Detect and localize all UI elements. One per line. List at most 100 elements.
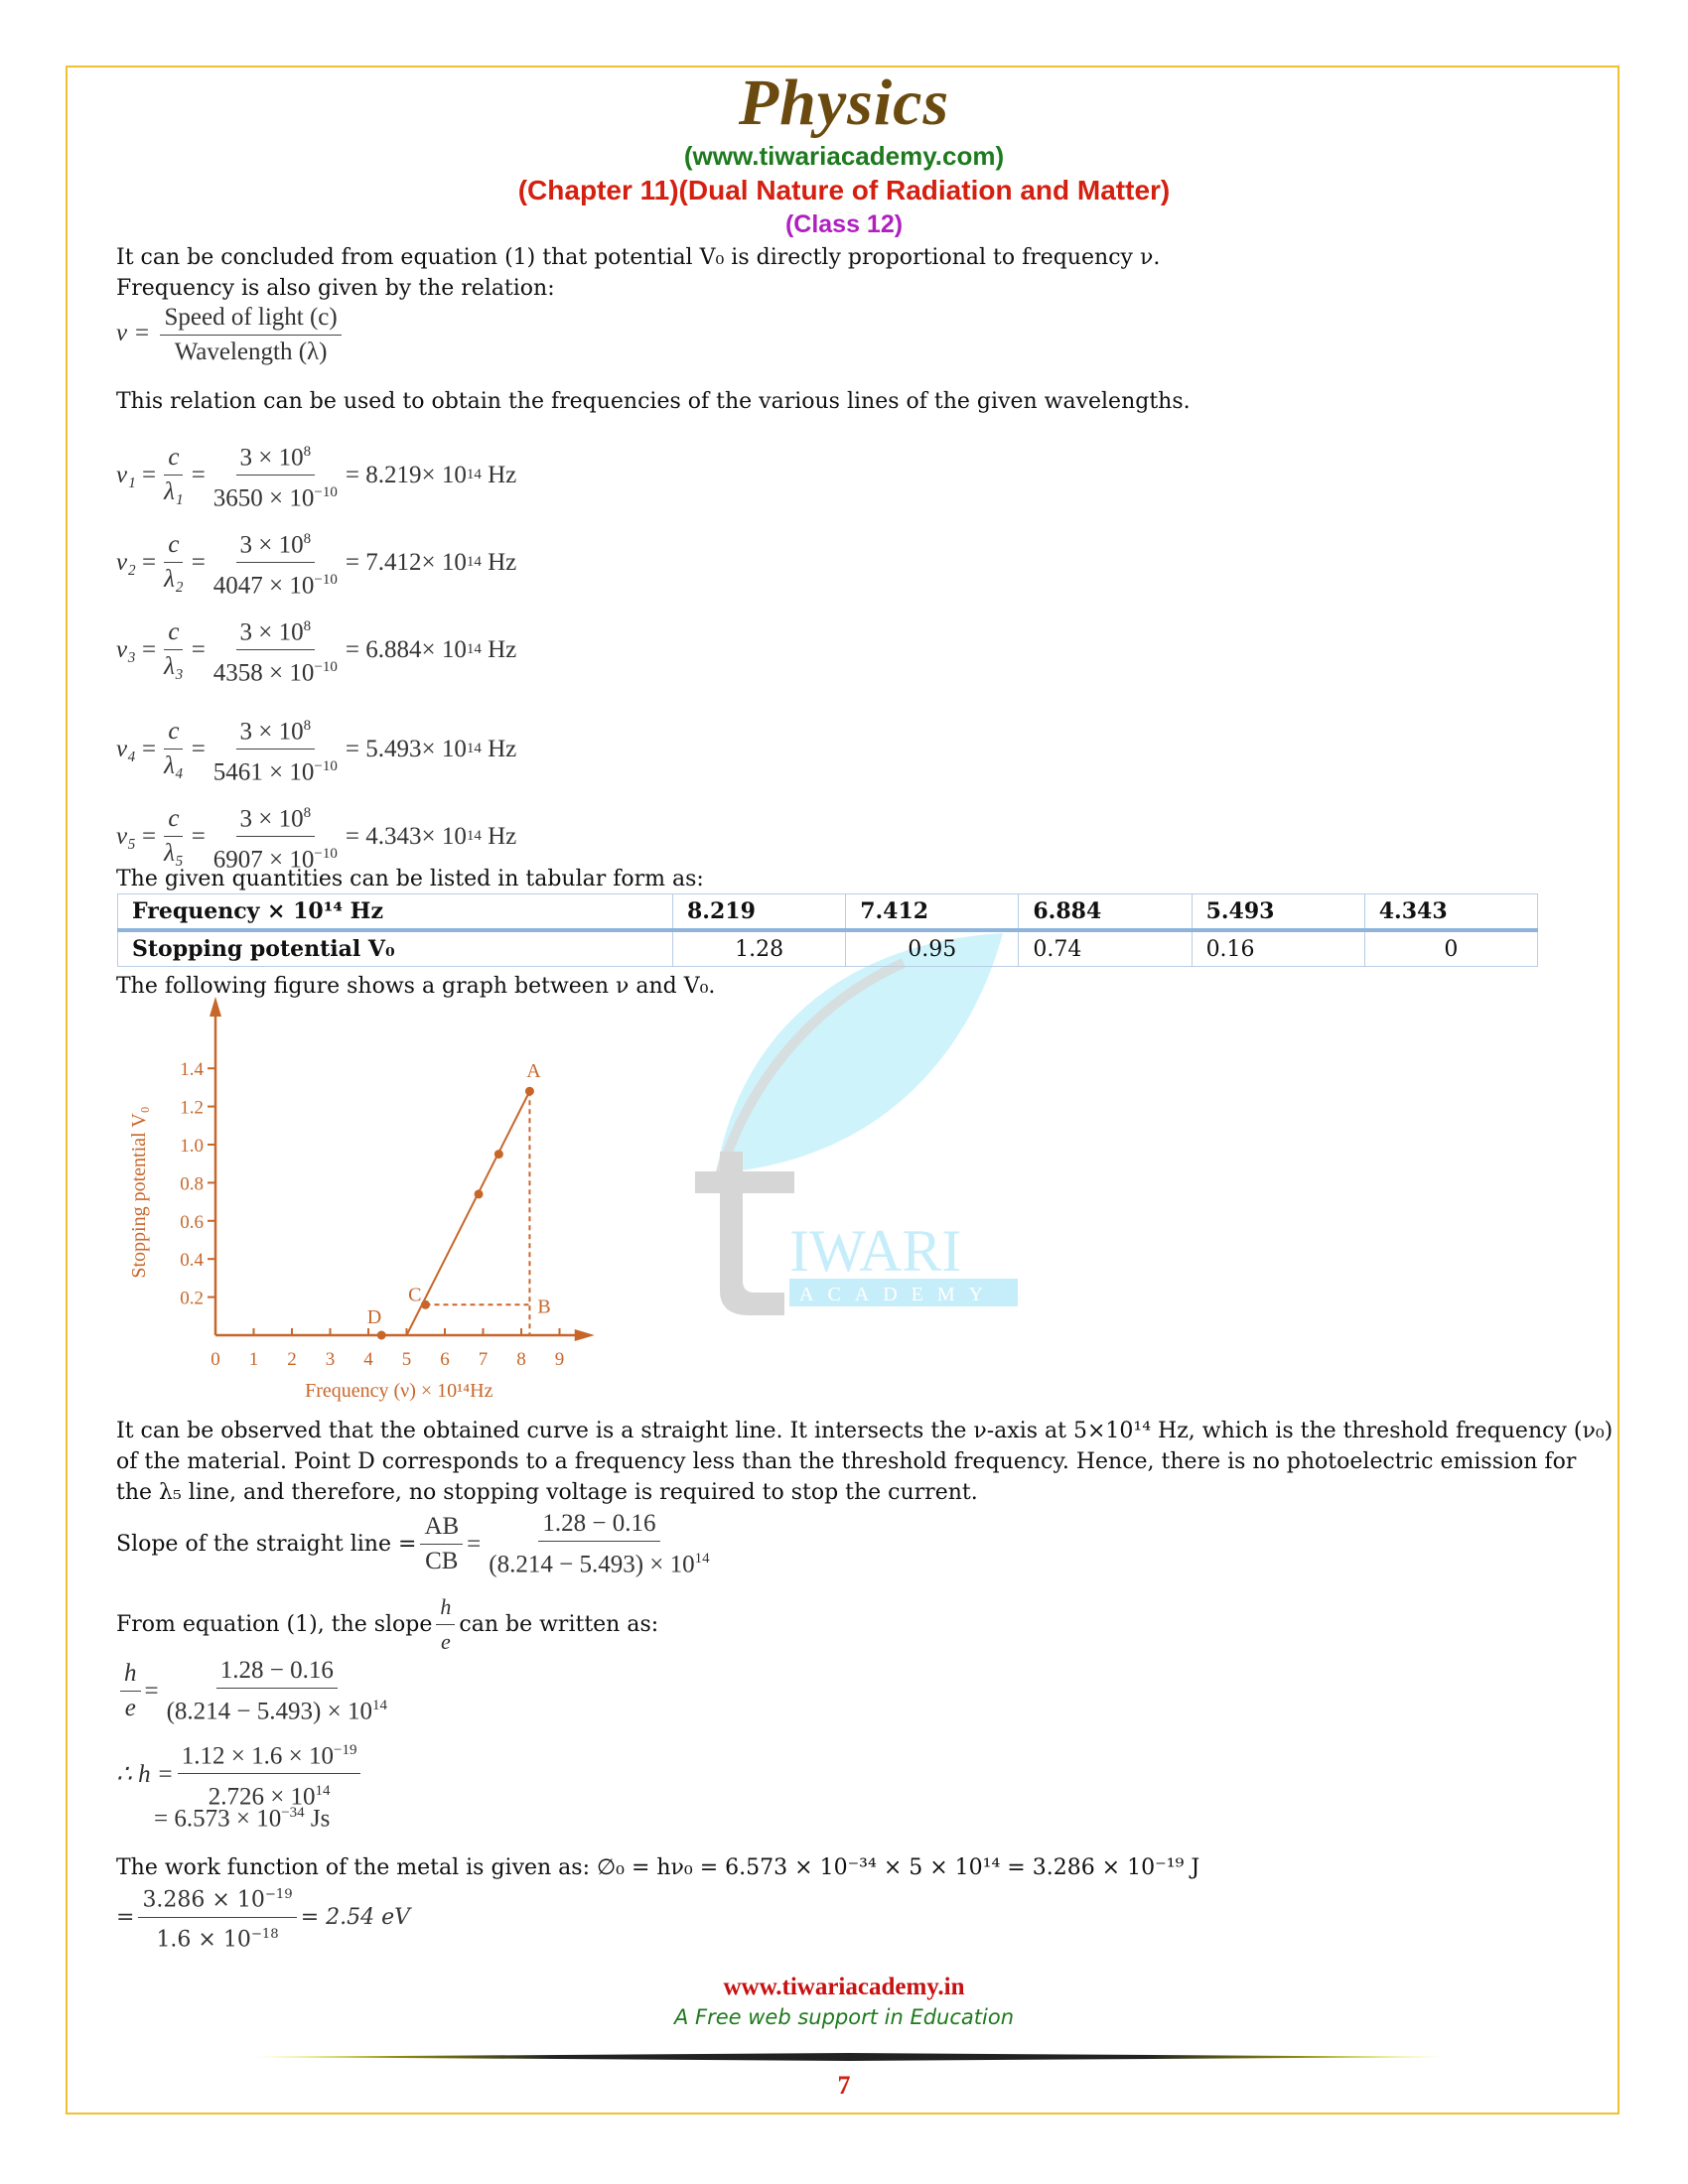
intro-line-2: Frequency is also given by the relation: (116, 276, 555, 301)
step2-num-exp: −19 (333, 1742, 357, 1758)
x-tick-label: 5 (402, 1349, 412, 1370)
table-cell: 0.74 (1018, 929, 1193, 967)
eq-lhs: ν₂ (116, 548, 136, 576)
eq-num-exp: 8 (303, 618, 312, 634)
y-tick-label: 0.4 (180, 1250, 204, 1271)
slope-den-exp: 14 (694, 1551, 710, 1567)
eq-unit: Hz (488, 635, 517, 663)
wf-result: = 2.54 eV (300, 1905, 410, 1931)
eq-den-suffix: × 10 (262, 659, 315, 687)
wf-num-exp: −19 (264, 1887, 293, 1902)
data-point (474, 1189, 484, 1199)
frequency-potential-table: Frequency × 10¹⁴ Hz 8.219 7.412 6.884 5.… (117, 893, 1539, 967)
relation-lhs: ν = (116, 320, 151, 347)
h-over-e-equation: h e = 1.28 − 0.16 (8.214 − 5.493) × 1014 (116, 1656, 395, 1726)
fit-line (405, 1090, 531, 1336)
e-symbol: e (124, 1695, 136, 1722)
footer-website-link[interactable]: www.tiwariacademy.in (0, 1974, 1688, 2001)
data-point (524, 1086, 534, 1096)
step1-exp: 14 (371, 1698, 387, 1713)
chapter-heading: (Chapter 11)(Dual Nature of Radiation an… (517, 175, 1171, 205)
eq-c: c (164, 717, 184, 751)
table-cell: 6.884 (1018, 893, 1193, 932)
table-intro: The given quantities can be listed in ta… (116, 867, 704, 891)
eq-result: 5.493 (365, 735, 422, 762)
eq-den-exp: −10 (314, 758, 338, 775)
x-tick-label: 4 (363, 1349, 373, 1370)
eq-result: 7.412 (365, 548, 422, 576)
stopping-potential-graph: 0 1 2 3 4 5 6 7 8 9 0.2 0.4 0.6 0.8 1.0 1.2 1.4 Frequency… (128, 997, 595, 1402)
x-tick-label: 9 (555, 1349, 565, 1370)
eq-lambda: λ₂ (164, 566, 184, 594)
eq-den-suffix: × 10 (262, 484, 315, 512)
point-label-b: B (537, 1296, 550, 1317)
work-function-ev: = 3.286 × 10−19 1.6 × 10−18 = 2.54 eV (116, 1880, 410, 1956)
eq-numerator: 3 × 10 (239, 531, 304, 559)
frequency-equation: ν₂ = c λ₂ = 3 × 108 4047 × 10−10 = 7.412 × 10 1… (116, 524, 516, 602)
slope-h-over-e-line: From equation (1), the slope he can be w… (116, 1592, 658, 1657)
page-number: 7 (837, 2071, 851, 2100)
slope-label: Slope of the straight line = (116, 1532, 417, 1558)
eq-res-exp: 14 (466, 828, 482, 845)
intro-line-3: This relation can be used to obtain the … (116, 389, 1191, 414)
eq-den-suffix: × 10 (262, 758, 315, 786)
page-title: Physics (738, 67, 950, 139)
y-tick-label: 0.8 (180, 1173, 204, 1194)
frequency-relation: ν = Speed of light (c) Wavelength (λ) (116, 303, 346, 367)
eq-unit: Hz (488, 548, 517, 576)
eq-wavelength: 5461 (212, 758, 263, 786)
class-label: (Class 12) (784, 210, 904, 238)
h-symbol: h (436, 1592, 456, 1625)
x-tick-label: 7 (479, 1349, 489, 1370)
point-label-c: C (408, 1284, 421, 1305)
table-cell: 8.219 (671, 893, 847, 932)
work-function-line: The work function of the metal is given … (116, 1855, 1200, 1880)
point-label-a: A (526, 1060, 541, 1082)
x-axis-arrow-icon (574, 1329, 595, 1341)
table-cell: 5.493 (1191, 893, 1365, 932)
y-tick-label: 1.2 (180, 1098, 204, 1119)
eq-lambda: λ₄ (164, 752, 184, 780)
eq-res-exp: 14 (466, 467, 482, 483)
y-tick-label: 0.2 (180, 1289, 204, 1309)
observation-line-1: It can be observed that the obtained cur… (116, 1419, 1614, 1443)
table-row-frequency: Frequency × 10¹⁴ Hz 8.219 7.412 6.884 5.… (117, 893, 1539, 932)
eq-den-exp: −10 (314, 659, 338, 676)
eq-numerator: 3 × 10 (239, 618, 304, 646)
relation-denominator: Wavelength (λ) (174, 339, 328, 365)
eq-den-suffix: × 10 (262, 572, 315, 600)
eq-numerator: 3 × 10 (239, 718, 304, 746)
wf-denominator: 1.6 × 10 (156, 1927, 251, 1953)
slope-numerator: 1.28 − 0.16 (538, 1509, 660, 1542)
eq-num-exp: 8 (303, 718, 312, 734)
header-website: (www.tiwariacademy.com) (683, 141, 1005, 171)
h-result-value: = 6.573 × 10 (154, 1805, 282, 1833)
eq-unit: Hz (488, 735, 517, 762)
x-axis-label: Frequency (ν) × 10¹⁴Hz (305, 1380, 492, 1402)
row-label: Frequency × 10¹⁴ Hz (117, 893, 673, 932)
intro-line-1: It can be concluded from equation (1) th… (116, 245, 1161, 270)
y-tick-label: 0.6 (180, 1212, 204, 1233)
frequency-equation: ν₄ = c λ₄ = 3 × 108 5461 × 10−10 = 5.493 × 10 1… (116, 711, 516, 788)
step2-den-exp: 14 (315, 1783, 331, 1800)
row-label: Stopping potential V₀ (117, 929, 673, 967)
table-cell: 0.95 (845, 929, 1020, 967)
eq-res-suffix: × 10 (421, 635, 467, 663)
observation-line-3: the λ₅ line, and therefore, no stopping … (116, 1480, 978, 1505)
x-tick-label: 3 (326, 1349, 336, 1370)
eq-num-exp: 8 (303, 531, 312, 547)
planck-intro-post: can be written as: (459, 1612, 659, 1637)
wf-den-exp: −18 (250, 1927, 279, 1943)
x-tick-label: 2 (287, 1349, 297, 1370)
table-cell: 0.16 (1191, 929, 1365, 967)
table-cell: 7.412 (845, 893, 1020, 932)
eq-res-suffix: × 10 (421, 735, 467, 762)
eq-res-exp: 14 (466, 554, 482, 571)
eq-wavelength: 3650 (212, 484, 263, 512)
y-tick-label: 1.4 (180, 1059, 204, 1080)
wf-numerator: 3.286 × 10 (142, 1887, 265, 1913)
eq-lambda: λ₁ (164, 478, 184, 506)
table-row-stopping-potential: Stopping potential V₀ 1.28 0.95 0.74 0.1… (117, 929, 1539, 967)
eq-wavelength: 4047 (212, 572, 263, 600)
eq-res-suffix: × 10 (421, 461, 467, 488)
